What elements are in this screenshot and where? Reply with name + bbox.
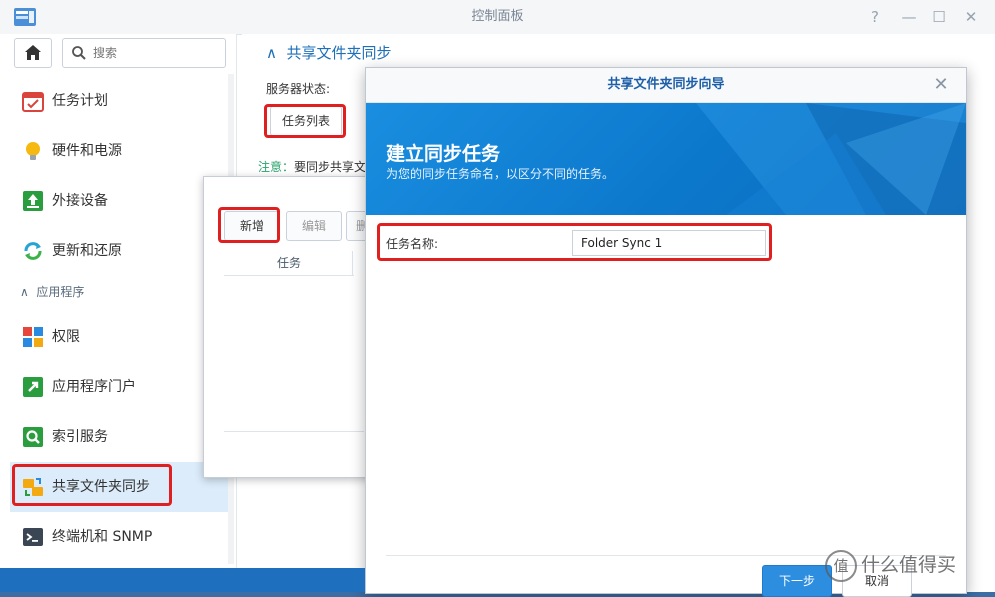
privileges-icon (23, 327, 43, 347)
watermark: 值什么值得买 (825, 548, 995, 582)
minimize-icon[interactable]: — (898, 6, 920, 28)
external-device-icon (23, 191, 43, 211)
desktop-bottom-strip (0, 568, 365, 592)
sidebar-item-label: 更新和还原 (52, 243, 122, 259)
chevron-up-icon: ∧ (266, 44, 287, 62)
sidebar-item-indexing-service[interactable]: 索引服务 (10, 412, 228, 462)
terminal-icon (23, 528, 43, 546)
calendar-check-icon (22, 92, 44, 112)
column-header-task[interactable]: 任务 (224, 251, 354, 276)
highlight-task-list (264, 104, 346, 138)
help-icon[interactable]: ? (864, 6, 886, 28)
wizard-subheading: 为您的同步任务命名，以区分不同的任务。 (386, 167, 615, 181)
indexing-icon (23, 427, 43, 447)
sidebar-item-label: 索引服务 (52, 429, 108, 445)
note-text: 注意：要同步共享文 (258, 158, 366, 175)
column-separator (352, 251, 353, 275)
note-body: 要同步共享文 (294, 160, 367, 174)
sidebar-item-external-devices[interactable]: 外接设备 (10, 176, 228, 226)
close-icon[interactable]: ✕ (960, 6, 982, 28)
wizard-title: 共享文件夹同步向导 (607, 77, 725, 92)
close-icon[interactable]: ✕ (930, 74, 952, 96)
sidebar-item-label: 权限 (52, 329, 80, 345)
window-title: 控制面板 (471, 9, 524, 24)
content-header[interactable]: ∧ 共享文件夹同步 (266, 42, 392, 64)
divider (224, 431, 364, 432)
window-titlebar: 控制面板 ? — ☐ ✕ (0, 0, 995, 35)
content-title: 共享文件夹同步 (286, 44, 392, 62)
search-input[interactable] (91, 42, 221, 64)
background-window-edge (966, 67, 995, 592)
highlight-add-button (218, 207, 280, 243)
sync-wizard-dialog: 共享文件夹同步向导 ✕ 建立同步任务 为您的同步任务命名，以区分不同的任务。 任… (365, 67, 967, 597)
sidebar-item-update-restore[interactable]: 更新和还原 (10, 226, 228, 276)
watermark-text: 什么值得买 (861, 554, 957, 576)
wizard-banner: 建立同步任务 为您的同步任务命名，以区分不同的任务。 (366, 103, 966, 215)
sidebar-item-application-portal[interactable]: 应用程序门户 (10, 362, 228, 412)
sidebar-item-label: 终端机和 SNMP (52, 529, 153, 545)
wizard-titlebar: 共享文件夹同步向导 ✕ (366, 68, 966, 103)
maximize-icon[interactable]: ☐ (928, 6, 950, 28)
next-button[interactable]: 下一步 (762, 565, 832, 597)
sidebar-item-label: 硬件和电源 (52, 143, 122, 159)
search-icon (72, 46, 86, 60)
home-icon (25, 45, 41, 60)
highlight-task-name (377, 223, 772, 261)
lightbulb-icon (26, 142, 40, 160)
sidebar-item-task-scheduler[interactable]: 任务计划 (10, 76, 228, 126)
sidebar-item-label: 任务计划 (52, 93, 108, 109)
section-label: 应用程序 (36, 285, 85, 299)
sidebar-item-privileges[interactable]: 权限 (10, 312, 228, 362)
wizard-heading: 建立同步任务 (386, 143, 501, 165)
sidebar-item-terminal-snmp[interactable]: 终端机和 SNMP (10, 512, 228, 562)
home-button[interactable] (14, 38, 52, 68)
highlight-folder-sync (12, 464, 172, 506)
sidebar-item-hardware-power[interactable]: 硬件和电源 (10, 126, 228, 176)
watermark-badge: 值 (825, 549, 857, 582)
note-key: 注意： (258, 160, 295, 174)
server-status-label: 服务器状态: (266, 82, 331, 96)
sidebar-item-label: 外接设备 (52, 193, 108, 209)
chevron-up-icon: ∧ (20, 285, 37, 299)
edit-button[interactable]: 编辑 (286, 211, 342, 241)
search-box[interactable] (62, 38, 226, 68)
sidebar-item-label: 应用程序门户 (52, 379, 136, 395)
app-portal-icon (23, 377, 43, 397)
refresh-icon (24, 242, 42, 260)
sidebar-section-apps[interactable]: ∧ 应用程序 (20, 282, 84, 302)
